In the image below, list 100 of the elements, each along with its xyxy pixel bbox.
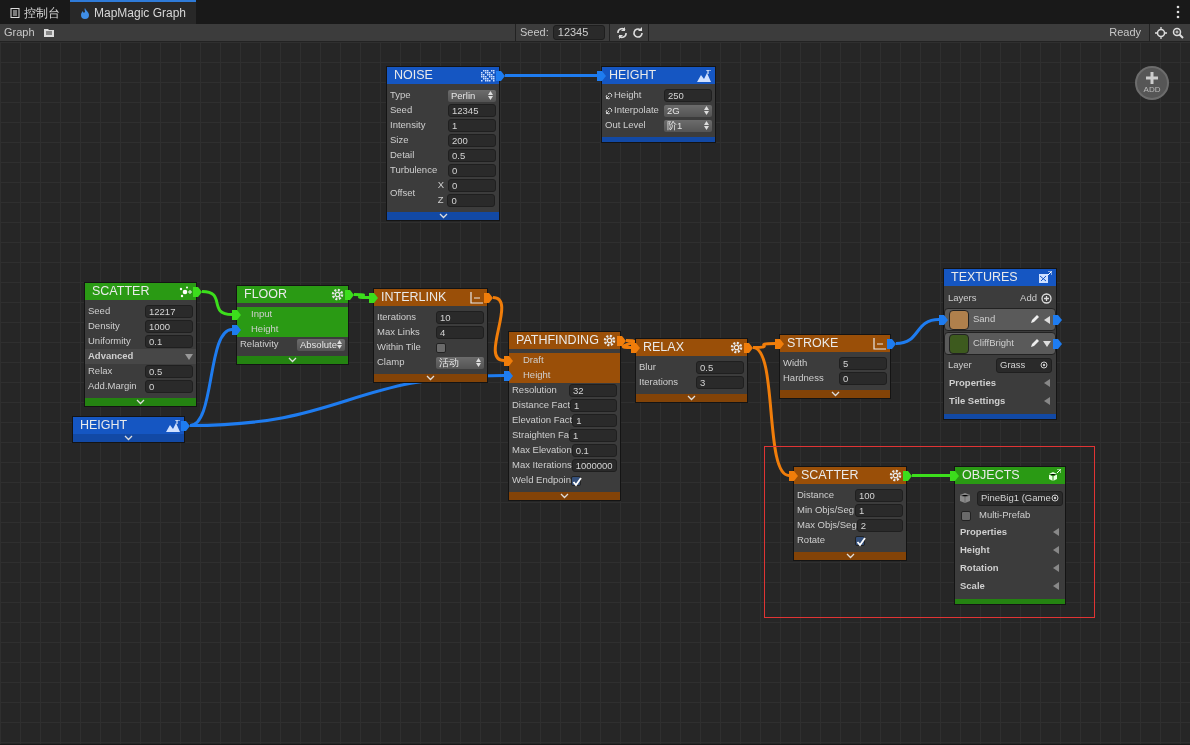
node-header[interactable]: INTERLINK <box>374 289 487 306</box>
chevron-icon[interactable] <box>426 375 435 381</box>
foldout-label[interactable]: Tile Settings <box>949 393 1043 409</box>
port-handle[interactable] <box>504 370 513 381</box>
collapse-triangle-icon[interactable] <box>1052 546 1060 554</box>
number-field[interactable]: 1 <box>448 119 496 132</box>
zoom-icon[interactable] <box>1172 26 1184 39</box>
port-handle[interactable] <box>484 292 493 303</box>
foldout-label[interactable]: Properties <box>949 375 1043 391</box>
node-header[interactable]: PATHFINDING <box>509 332 620 349</box>
number-field[interactable]: 1 <box>570 399 617 412</box>
number-field[interactable]: 0.1 <box>571 444 617 457</box>
port-handle[interactable] <box>903 470 912 481</box>
port-handle[interactable] <box>617 335 626 346</box>
node-header[interactable]: TEXTURES <box>944 269 1056 286</box>
dropdown[interactable]: 阶1 <box>664 119 712 132</box>
number-field[interactable]: 1 <box>572 414 617 427</box>
node-header[interactable]: STROKE <box>780 335 890 352</box>
layer-item[interactable]: CliffBright <box>944 332 1056 355</box>
dropdown[interactable]: 活动 <box>436 356 484 369</box>
number-field[interactable]: 0 <box>448 179 496 192</box>
chevron-icon[interactable] <box>438 213 448 219</box>
gear-icon[interactable] <box>603 334 616 347</box>
number-field[interactable]: 0 <box>145 380 193 393</box>
number-field[interactable]: 0.1 <box>145 335 193 348</box>
number-field[interactable]: 100 <box>855 489 903 502</box>
target-icon[interactable] <box>1040 361 1048 369</box>
dropdown[interactable]: Perlin <box>448 89 496 102</box>
checkbox[interactable] <box>436 342 446 353</box>
dropdown[interactable]: Absolute <box>297 338 345 351</box>
port-handle[interactable] <box>744 342 753 353</box>
node-header[interactable]: NOISE <box>387 67 499 84</box>
folder-icon[interactable] <box>42 27 55 38</box>
port-handle[interactable] <box>232 324 241 335</box>
number-field[interactable]: 200 <box>448 134 496 147</box>
node-header[interactable]: HEIGHT <box>602 67 715 84</box>
port-handle[interactable] <box>950 470 959 481</box>
link-icon[interactable] <box>605 91 613 100</box>
tab[interactable]: 控制台 <box>0 0 70 24</box>
target-icon[interactable] <box>1155 26 1167 39</box>
number-field[interactable]: 4 <box>436 326 484 339</box>
refresh-icon[interactable] <box>631 26 644 39</box>
number-field[interactable]: 1000 <box>145 320 193 333</box>
collapse-triangle-icon[interactable] <box>1043 397 1051 405</box>
port-handle[interactable] <box>789 470 798 481</box>
number-field[interactable]: 5 <box>839 357 887 370</box>
number-field[interactable]: 250 <box>664 89 712 102</box>
chevron-icon[interactable] <box>288 357 297 363</box>
pencil-icon[interactable] <box>1030 339 1039 348</box>
port-handle[interactable] <box>504 355 513 366</box>
number-field[interactable]: 3 <box>696 376 744 389</box>
object-field[interactable]: PineBig1 (Game <box>977 490 1063 506</box>
sync-icon[interactable] <box>615 26 628 39</box>
number-field[interactable]: 10 <box>436 311 484 324</box>
dropdown[interactable]: 2G <box>664 104 712 117</box>
chevron-icon[interactable] <box>687 395 696 401</box>
port-handle[interactable] <box>1053 338 1062 349</box>
number-field[interactable]: 1000000 <box>571 459 617 472</box>
number-field[interactable]: 2 <box>856 519 903 532</box>
port-handle[interactable] <box>887 338 896 349</box>
chevron-icon[interactable] <box>845 553 855 559</box>
checkbox[interactable] <box>961 510 971 521</box>
link-icon[interactable] <box>605 106 613 115</box>
foldout-label[interactable]: Properties <box>960 524 1052 540</box>
checkbox[interactable] <box>855 535 865 546</box>
checkbox[interactable] <box>571 475 581 486</box>
node-header[interactable]: RELAX <box>636 339 747 356</box>
node-header[interactable]: HEIGHT <box>73 417 184 434</box>
seed-field[interactable]: 12345 <box>552 25 605 40</box>
collapse-triangle-icon[interactable] <box>1052 582 1060 590</box>
add-button[interactable]: ADD <box>1135 66 1169 100</box>
object-field[interactable]: Grass <box>996 357 1052 373</box>
layer-item[interactable]: Sand <box>944 308 1056 331</box>
port-handle[interactable] <box>1053 314 1062 325</box>
expand-triangle-icon[interactable] <box>1043 315 1051 324</box>
port-handle[interactable] <box>775 338 784 349</box>
number-field[interactable]: 12217 <box>145 305 193 318</box>
gear-icon[interactable] <box>889 469 902 482</box>
collapse-triangle-icon[interactable] <box>1052 564 1060 572</box>
port-handle[interactable] <box>345 289 354 300</box>
number-field[interactable]: 0.5 <box>145 365 193 378</box>
chevron-icon[interactable] <box>560 493 569 499</box>
number-field[interactable]: 12345 <box>448 104 496 117</box>
number-field[interactable]: 32 <box>569 384 617 397</box>
number-field[interactable]: 0 <box>448 164 496 177</box>
foldout-label[interactable]: Height <box>960 542 1052 558</box>
port-handle[interactable] <box>369 292 378 303</box>
number-field[interactable]: 1 <box>855 504 903 517</box>
number-field[interactable]: 0.5 <box>448 149 496 162</box>
pencil-icon[interactable] <box>1030 315 1039 324</box>
number-field[interactable]: 0 <box>839 372 887 385</box>
port-handle[interactable] <box>496 70 505 81</box>
chevron-icon[interactable] <box>136 399 145 405</box>
gear-icon[interactable] <box>730 341 743 354</box>
foldout-label[interactable]: Scale <box>960 578 1052 594</box>
number-field[interactable]: 0 <box>447 194 496 207</box>
number-field[interactable]: 0.5 <box>696 361 744 374</box>
port-handle[interactable] <box>193 286 202 297</box>
chevron-icon[interactable] <box>124 435 133 441</box>
collapse-triangle-icon[interactable] <box>1052 528 1060 536</box>
